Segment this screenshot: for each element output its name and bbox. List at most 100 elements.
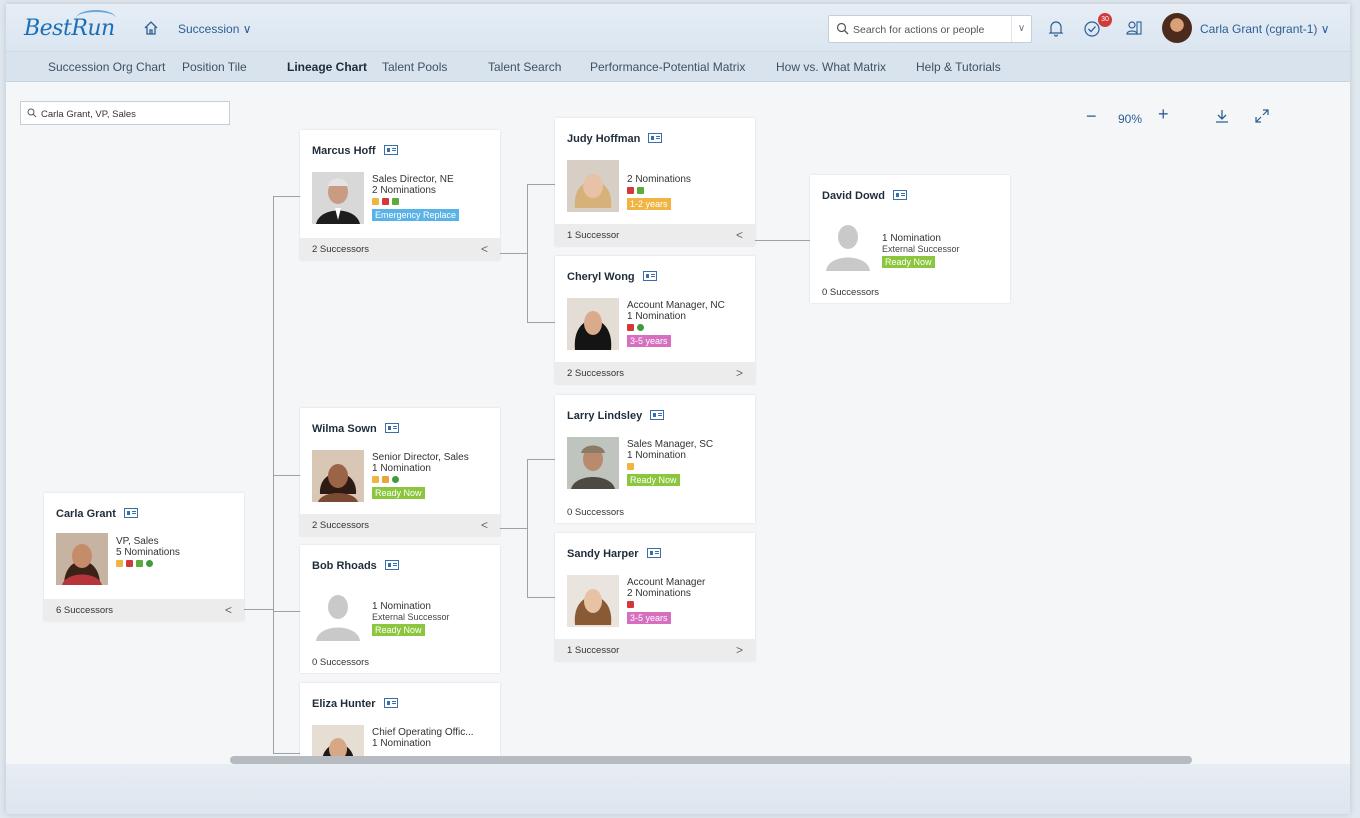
avatar [312,172,364,224]
card-name[interactable]: Sandy Harper [567,548,661,560]
profile-card-icon[interactable] [383,145,398,155]
nominations-count: 5 Nominations [116,547,180,558]
connector-line [527,184,555,185]
card-name[interactable]: Bob Rhoads [312,560,399,572]
avatar [56,533,108,585]
home-icon[interactable] [143,20,159,36]
tab-succession-org-chart[interactable]: Succession Org Chart [48,60,165,74]
card-info: Chief Operating Offic... 1 Nomination [372,727,474,749]
position-card-carla-grant[interactable]: Carla Grant VP, Sales 5 Nominations 6 Su… [44,493,244,621]
footer-area [6,764,1350,814]
position-card-wilma-sown[interactable]: Wilma Sown Senior Director, Sales 1 Nomi… [300,408,500,536]
profile-card-icon[interactable] [384,423,399,433]
profile-card-icon[interactable] [646,548,661,558]
position-card-judy-hoffman[interactable]: Judy Hoffman 2 Nominations 1-2 years 1 S… [555,118,755,246]
profile-card-icon[interactable] [650,410,665,420]
card-name[interactable]: Judy Hoffman [567,133,663,145]
fullscreen-icon[interactable] [1254,108,1270,124]
nominations-count: 2 Nominations [627,174,691,185]
successors-bar[interactable]: 2 Successors > [555,362,755,384]
card-name[interactable]: David Dowd [822,190,907,202]
zoom-out-button[interactable]: − [1086,107,1097,125]
chevron-right-icon[interactable]: > [736,366,743,380]
position-title: Sales Manager, SC [627,439,714,450]
profile-card-icon[interactable] [123,508,138,518]
lineage-canvas[interactable]: Carla Grant, VP, Sales − 90% + Carla Gra… [6,83,1350,763]
download-icon[interactable] [1214,108,1230,124]
card-name[interactable]: Wilma Sown [312,423,399,435]
position-title: Senior Director, Sales [372,452,469,463]
successors-bar[interactable]: 0 Successors [810,281,1010,303]
connector-line [244,609,274,610]
profile-card-icon[interactable] [383,698,398,708]
app-window: BestRun Succession ∨ Search for actions … [6,4,1350,814]
card-info: Account Manager 2 Nominations 3-5 years [627,577,705,624]
successors-bar[interactable]: 2 Successors < [300,514,500,536]
successors-bar[interactable]: 2 Successors < [300,238,500,260]
position-card-marcus-hoff[interactable]: Marcus Hoff Sales Director, NE 2 Nominat… [300,130,500,260]
successors-count: 0 Successors [312,657,370,668]
placeholder-avatar [822,219,874,271]
person-search-input[interactable]: Carla Grant, VP, Sales [20,101,230,125]
successors-bar[interactable]: 1 Successor > [555,639,755,661]
successors-bar[interactable]: 0 Successors [300,651,500,673]
user-avatar[interactable] [1162,13,1192,43]
profile-card-icon[interactable] [892,190,907,200]
search-scope-dropdown[interactable]: ∨ [1011,16,1031,42]
bell-icon[interactable] [1046,18,1066,38]
tab-how-vs-what-matrix[interactable]: How vs. What Matrix [776,60,886,74]
card-name[interactable]: Larry Lindsley [567,410,665,422]
app-menu-succession[interactable]: Succession ∨ [178,22,251,36]
chevron-left-icon[interactable]: < [225,603,232,617]
people-icon[interactable] [1124,18,1144,38]
position-card-larry-lindsley[interactable]: Larry Lindsley Sales Manager, SC 1 Nomin… [555,395,755,523]
chevron-right-icon[interactable]: > [736,643,743,657]
position-title: Chief Operating Offic... [372,727,474,738]
search-icon [836,22,849,35]
bestrun-logo[interactable]: BestRun [24,10,116,41]
tab-talent-search[interactable]: Talent Search [488,60,561,74]
tab-help-tutorials[interactable]: Help & Tutorials [916,60,1001,74]
position-card-bob-rhoads[interactable]: Bob Rhoads 1 Nomination External Success… [300,545,500,673]
tab-position-tile[interactable]: Position Tile [182,60,247,74]
successors-count: 2 Successors [312,244,370,255]
connector-line [527,459,555,460]
chevron-left-icon[interactable]: < [736,228,743,242]
search-field[interactable]: Search for actions or people ∨ [828,15,1032,43]
successors-count: 0 Successors [567,507,625,518]
search-placeholder: Search for actions or people [853,24,985,36]
card-name[interactable]: Marcus Hoff [312,145,398,157]
position-card-cheryl-wong[interactable]: Cheryl Wong Account Manager, NC 1 Nomina… [555,256,755,384]
card-name[interactable]: Eliza Hunter [312,698,398,710]
nominations-count: 1 Nomination [372,601,431,612]
position-card-eliza-hunter[interactable]: Eliza Hunter Chief Operating Offic... 1 … [300,683,500,763]
connector-line [273,753,300,754]
user-menu[interactable]: Carla Grant (cgrant-1) ∨ [1200,22,1330,36]
successors-bar[interactable]: 6 Successors < [44,599,244,621]
nominations-count: 2 Nominations [372,185,436,196]
profile-card-icon[interactable] [642,271,657,281]
successors-bar[interactable]: 0 Successors [555,501,755,523]
zoom-in-button[interactable]: + [1158,105,1169,123]
readiness-icons [627,462,713,473]
successors-bar[interactable]: 1 Successor < [555,224,755,246]
chevron-left-icon[interactable]: < [481,242,488,256]
readiness-icons [116,559,180,570]
position-title: Sales Director, NE [372,174,454,185]
profile-card-icon[interactable] [384,560,399,570]
connector-line [527,597,555,598]
card-name[interactable]: Carla Grant [56,508,138,520]
tab-lineage-chart[interactable]: Lineage Chart [287,60,367,74]
position-card-david-dowd[interactable]: David Dowd 1 Nomination External Success… [810,175,1010,303]
position-card-sandy-harper[interactable]: Sandy Harper Account Manager 2 Nominatio… [555,533,755,661]
profile-card-icon[interactable] [648,133,663,143]
tab-talent-pools[interactable]: Talent Pools [382,60,447,74]
connector-line [500,528,528,529]
readiness-icons [372,475,469,486]
nominations-count: 1 Nomination [372,463,431,474]
tab-performance-potential-matrix[interactable]: Performance-Potential Matrix [590,60,745,74]
chevron-left-icon[interactable]: < [481,518,488,532]
horizontal-scrollbar[interactable] [230,756,1192,764]
card-name[interactable]: Cheryl Wong [567,271,657,283]
successors-count: 1 Successor [567,645,620,656]
